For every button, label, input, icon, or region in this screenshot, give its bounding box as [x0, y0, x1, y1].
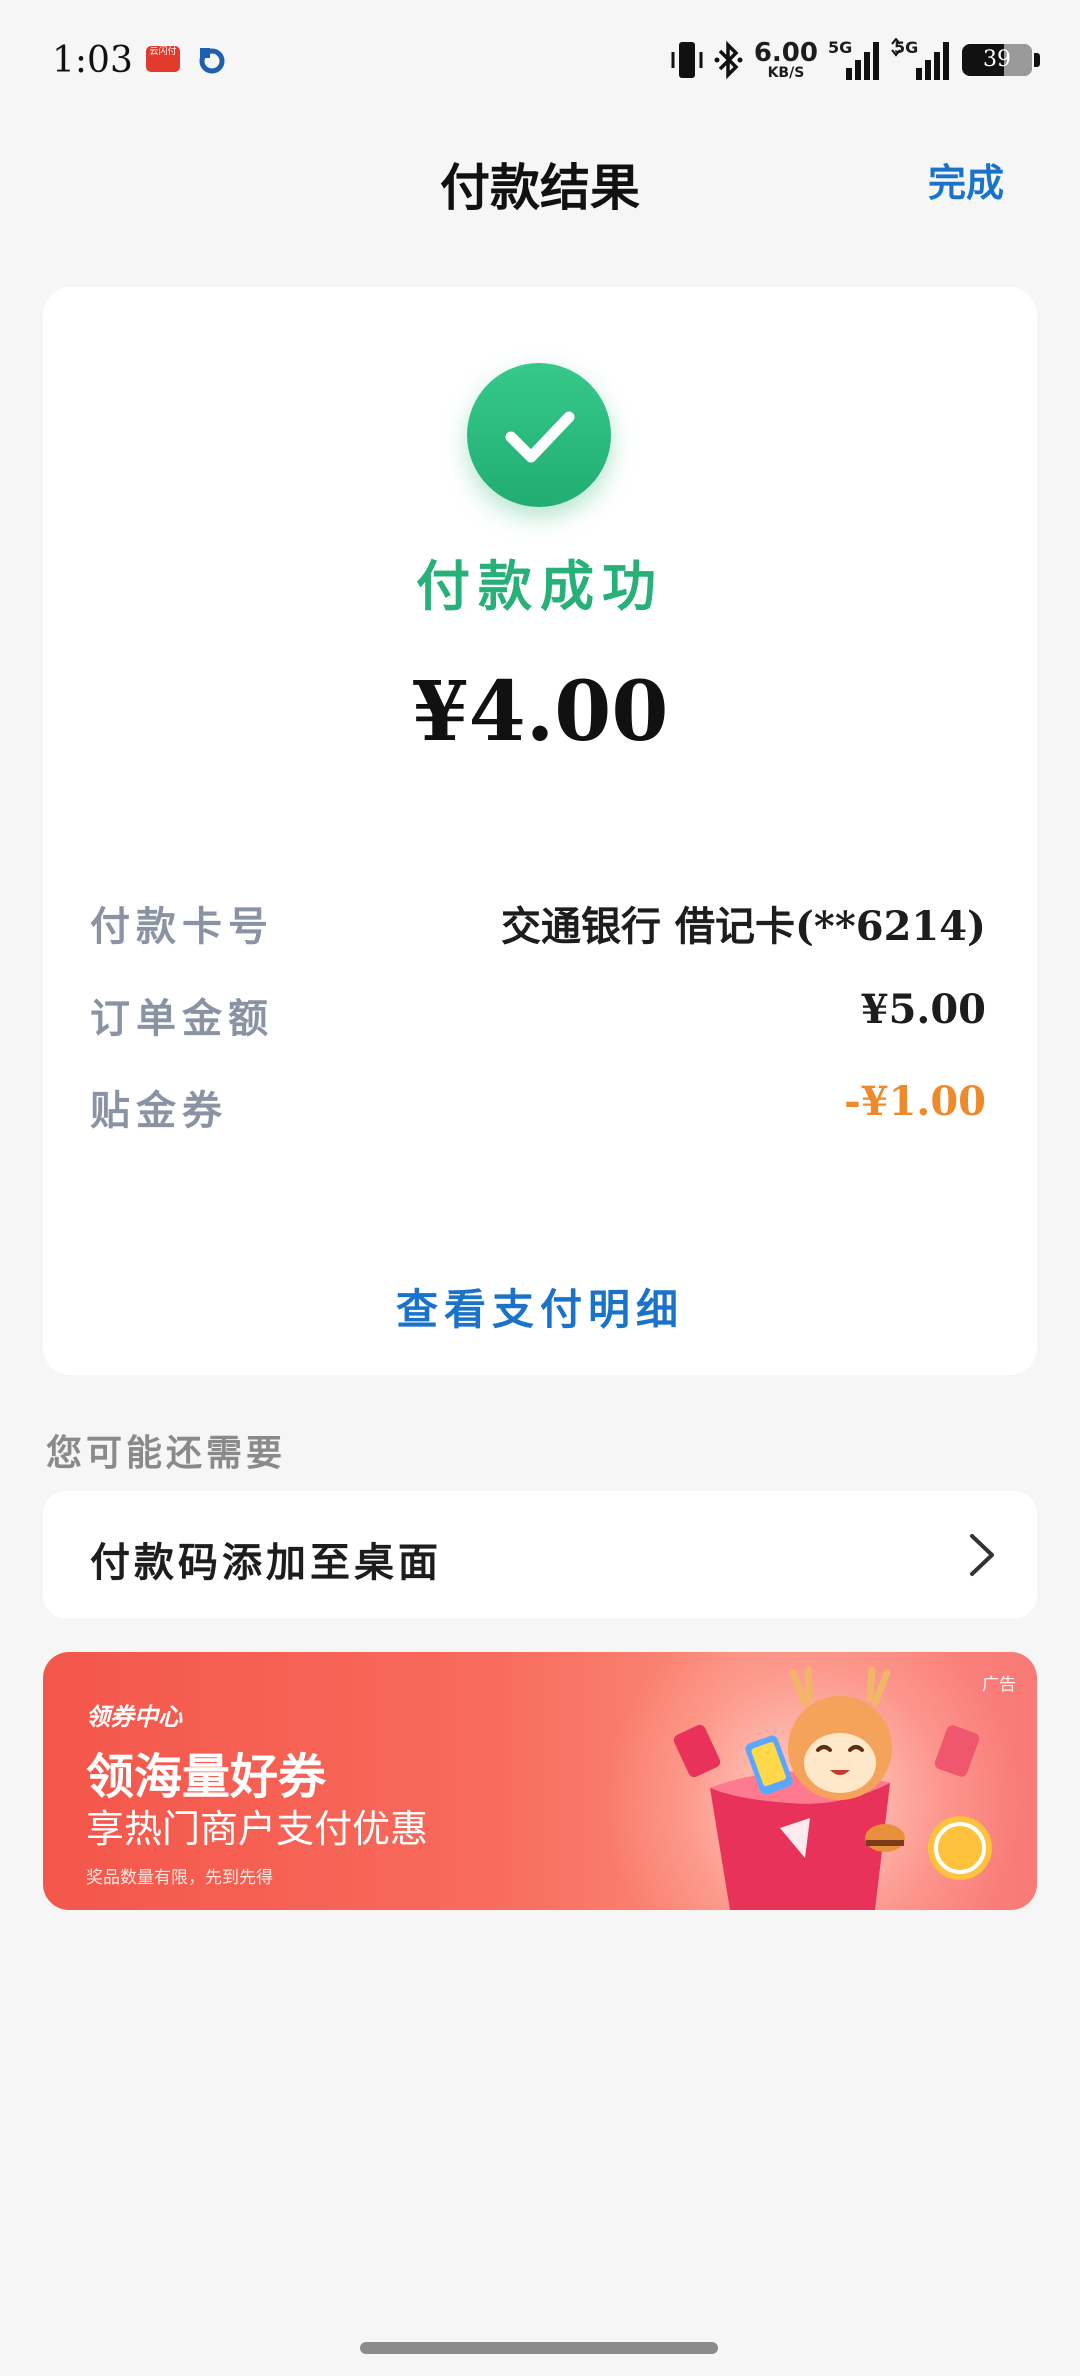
card-number-value: 交通银行 借记卡(**6214)	[501, 903, 986, 950]
home-indicator[interactable]	[360, 2342, 718, 2354]
banner-subline: 享热门商户支付优惠	[86, 1807, 429, 1851]
add-paycode-to-desktop-label: 付款码添加至桌面	[90, 1539, 442, 1586]
status-time: 1:03	[52, 40, 133, 81]
chevron-right-icon	[970, 1534, 994, 1576]
banner-note: 奖品数量有限，先到先得	[86, 1868, 273, 1888]
status-right-group: 6.00 KB/S 5G 5G 39	[670, 34, 1040, 86]
card-number-label: 付款卡号	[90, 903, 274, 950]
payment-amount: ¥4.00	[411, 664, 669, 760]
done-button[interactable]: 完成	[928, 152, 1004, 207]
bluetooth-icon	[714, 40, 743, 80]
signal-icon-1: 5G	[828, 38, 880, 82]
notification-app-icon	[199, 48, 225, 74]
network-speed: 6.00 KB/S	[753, 38, 818, 81]
page-title: 付款结果	[440, 159, 640, 217]
signal-icon-2: 5G	[890, 38, 952, 82]
ad-tag: 广告	[982, 1675, 1016, 1695]
app-badge-label: 云闪付	[149, 47, 177, 57]
unionpay-app-icon: 云闪付	[146, 46, 180, 72]
vibrate-icon	[671, 42, 703, 78]
banner-headline: 领海量好券	[86, 1749, 327, 1805]
battery-icon: 39	[962, 44, 1032, 76]
coupon-label: 贴金券	[90, 1087, 228, 1134]
deer-mascot-illustration	[673, 1666, 992, 1910]
coupon-value: -¥1.00	[844, 1078, 986, 1125]
suggestions-section-title: 您可能还需要	[46, 1432, 287, 1474]
status-bar: 1:03 云闪付 6.00 KB/S 5G 5G 39	[0, 0, 1080, 120]
order-amount-value: ¥5.00	[860, 986, 986, 1033]
success-check-icon	[467, 363, 611, 507]
battery-level: 39	[983, 47, 1011, 72]
order-amount-label: 订单金额	[90, 995, 274, 1042]
battery-tip	[1034, 53, 1040, 67]
payment-status-text: 付款成功	[416, 554, 664, 618]
view-payment-details-link[interactable]: 查看支付明细	[0, 1276, 1080, 1337]
banner-brand: 领券中心	[86, 1703, 182, 1731]
